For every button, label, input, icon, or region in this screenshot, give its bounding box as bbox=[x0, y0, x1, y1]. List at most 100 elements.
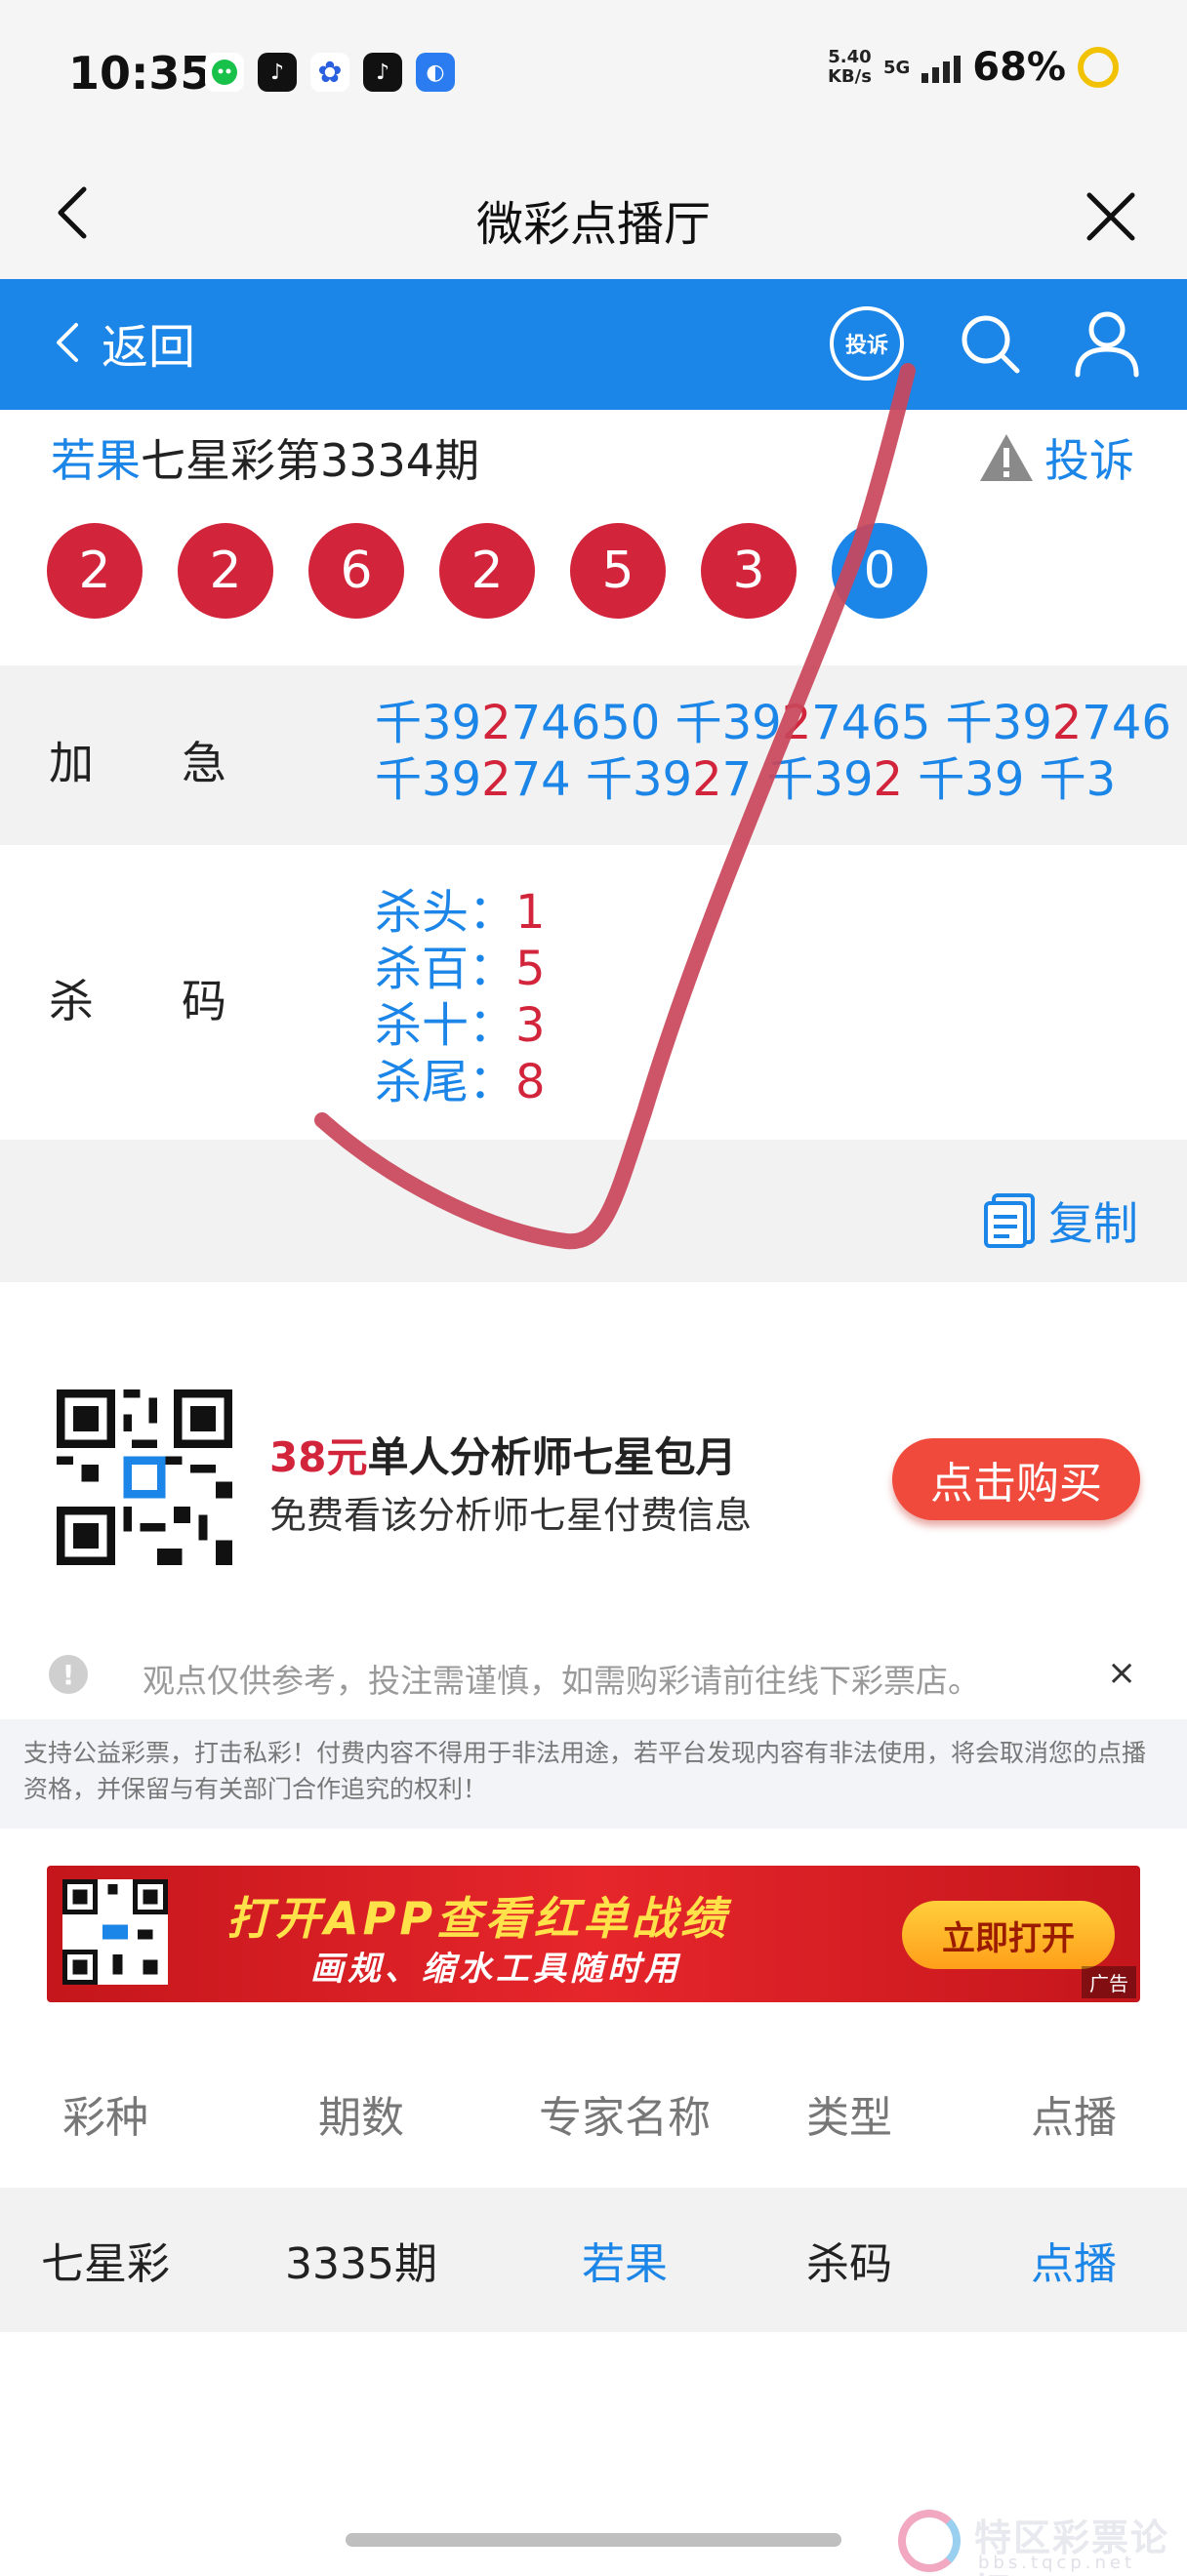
copy-button[interactable]: 复制 bbox=[982, 1188, 1138, 1253]
shama-item: 杀十：3 bbox=[375, 997, 546, 1054]
shama-item: 杀尾：8 bbox=[375, 1054, 546, 1110]
status-indicators: 5.40 KB/s 5G 68% bbox=[828, 45, 1119, 90]
shama-value: 8 bbox=[515, 1055, 546, 1109]
draw-ball: 2 bbox=[439, 523, 535, 619]
table-cell-issue: 3335期 bbox=[285, 2239, 437, 2289]
wechat-mini-icon bbox=[205, 53, 244, 92]
copy-label: 复制 bbox=[1048, 1197, 1138, 1250]
shama-item: 杀头：1 bbox=[375, 884, 546, 941]
jiaji-number-prefix: 千39 bbox=[375, 752, 482, 807]
table-row: 七星彩 3335期 若果 杀码 点播 bbox=[0, 2188, 1187, 2332]
tiktok-icon: ♪ bbox=[258, 53, 297, 92]
complain-label: 投诉 bbox=[1044, 434, 1134, 487]
tiktok-lite-icon: ♪ bbox=[363, 53, 402, 92]
jiaji-number: 千392746 bbox=[930, 696, 1171, 750]
app-banner-ad[interactable]: 打开APP查看红单战绩 画规、缩水工具随时用 立即打开 广告 bbox=[47, 1866, 1140, 2002]
expert-name[interactable]: 若果 bbox=[51, 434, 141, 487]
watermark: 特区彩票论坛 bbs.tqcp.net bbox=[898, 2504, 1181, 2576]
banner-open-button[interactable]: 立即打开 bbox=[902, 1901, 1115, 1969]
table-cell-play-link[interactable]: 点播 bbox=[976, 2188, 1171, 2332]
jiaji-number-prefix: 千39 bbox=[930, 696, 1052, 750]
table-header-cell: 点播 bbox=[1031, 2093, 1117, 2143]
net-speed: 5.40 KB/s bbox=[828, 48, 872, 87]
copy-icon bbox=[984, 1193, 1035, 1248]
shama-content: 杀头：1 杀百：5 杀十：3 杀尾：8 bbox=[375, 884, 546, 1110]
disclaimer: 支持公益彩票，打击私彩！付费内容不得用于非法用途，若平台发现内容有非法使用，将会… bbox=[0, 1719, 1187, 1829]
shama-key: 杀头： bbox=[375, 885, 516, 940]
shama-value: 1 bbox=[515, 885, 546, 940]
browser-icon: ◐ bbox=[416, 53, 455, 92]
qr-code-image bbox=[57, 1389, 232, 1565]
jiaji-number-suffix: 74650 bbox=[511, 696, 661, 750]
jiaji-label: 加急 bbox=[49, 737, 314, 789]
shama-value: 5 bbox=[515, 942, 546, 996]
jiaji-number-suffix: 7465 bbox=[811, 696, 931, 750]
battery-percent: 68% bbox=[972, 45, 1066, 90]
shama-row: 杀码 杀头：1 杀百：5 杀十：3 杀尾：8 bbox=[0, 845, 1187, 1140]
table-header-cell: 彩种 bbox=[62, 2093, 148, 2143]
status-time: 10:35 bbox=[68, 47, 212, 100]
table-header-cell: 专家名称 bbox=[539, 2093, 711, 2143]
table-header-cell: 类型 bbox=[806, 2093, 892, 2143]
baidu-paw-icon: ✿ bbox=[310, 53, 349, 92]
user-icon[interactable] bbox=[1070, 306, 1144, 381]
table-cell-expert-link[interactable]: 若果 bbox=[508, 2188, 742, 2332]
jiaji-number: 千39274650 bbox=[375, 696, 660, 750]
banner-qr-code bbox=[62, 1879, 168, 1985]
status-bar: 10:35 ♪ ✿ ♪ ◐ 5.40 KB/s 5G 68% bbox=[0, 0, 1187, 146]
home-indicator[interactable] bbox=[346, 2533, 841, 2547]
complain-button[interactable]: 投诉 bbox=[978, 425, 1134, 490]
issue-title: 若果七星彩第3334期 bbox=[51, 425, 479, 490]
nav-back-label: 返回 bbox=[102, 320, 196, 375]
banner-headline: 打开APP查看红单战绩 bbox=[226, 1892, 730, 1945]
jiaji-number-prefix: 千39 bbox=[375, 696, 482, 750]
jiaji-number-prefix: 千39 bbox=[570, 752, 693, 807]
promo-title: 38元单人分析师七星包月 bbox=[269, 1425, 736, 1484]
search-icon[interactable] bbox=[953, 306, 1027, 381]
issue-name: 七星彩第3334期 bbox=[141, 434, 480, 487]
jiaji-number-prefix: 千39 bbox=[903, 752, 1025, 807]
promo-subtitle: 免费看该分析师七星付费信息 bbox=[269, 1494, 753, 1537]
jiaji-number-highlight: 2 bbox=[781, 696, 812, 750]
copy-row: 复制 bbox=[0, 1140, 1187, 1282]
buy-button[interactable]: 点击购买 bbox=[892, 1438, 1140, 1520]
draw-ball-special: 0 bbox=[832, 523, 927, 619]
jiaji-number-prefix: 千39 bbox=[660, 696, 782, 750]
status-app-icons: ♪ ✿ ♪ ◐ bbox=[205, 53, 455, 92]
notice-close-button[interactable]: × bbox=[1107, 1653, 1136, 1693]
promo-title-text: 单人分析师七星包月 bbox=[367, 1433, 737, 1481]
net-speed-value: 5.40 bbox=[828, 47, 872, 67]
jiaji-number-suffix: 7 bbox=[721, 752, 753, 807]
jiaji-number: 千39274 bbox=[375, 752, 571, 807]
jiaji-number: 千392 bbox=[752, 752, 903, 807]
battery-ring-icon bbox=[1078, 47, 1119, 88]
jiaji-number-highlight: 2 bbox=[481, 696, 512, 750]
draw-ball: 3 bbox=[701, 523, 797, 619]
shama-item: 杀百：5 bbox=[375, 941, 546, 997]
jiaji-line-2: 千39274 千3927 千392 千39 千3 bbox=[375, 751, 1171, 808]
jiaji-number-highlight: 2 bbox=[1051, 696, 1083, 750]
jiaji-number: 千3 bbox=[1024, 752, 1117, 807]
jiaji-number-highlight: 2 bbox=[481, 752, 512, 807]
jiaji-number-suffix: 74 bbox=[511, 752, 571, 807]
report-button[interactable]: 投诉 bbox=[830, 306, 904, 381]
notice-text: 观点仅供参考，投注需谨慎，如需购彩请前往线下彩票店。 bbox=[143, 1662, 980, 1700]
promo-price: 38元 bbox=[269, 1433, 368, 1481]
table-header: 彩种 期数 专家名称 类型 点播 bbox=[0, 2039, 1187, 2188]
draw-ball: 6 bbox=[308, 523, 404, 619]
nav-back-button[interactable]: 返回 bbox=[51, 308, 195, 377]
watermark-url: bbs.tqcp.net bbox=[978, 2553, 1136, 2573]
table-cell-lottery: 七星彩 bbox=[41, 2239, 170, 2289]
jiaji-number-prefix: 千3 bbox=[1024, 752, 1117, 807]
jiaji-content: 千39274650 千3927465 千392746 千39274 千3927 … bbox=[375, 695, 1171, 808]
draw-ball: 2 bbox=[178, 523, 273, 619]
shama-value: 3 bbox=[515, 998, 546, 1053]
draw-numbers: 2 2 6 2 5 3 0 bbox=[47, 523, 927, 619]
jiaji-number-suffix: 746 bbox=[1082, 696, 1171, 750]
close-icon[interactable] bbox=[1082, 187, 1140, 246]
page-title: 微彩点播厅 bbox=[475, 197, 711, 252]
jiaji-number: 千39 bbox=[903, 752, 1024, 807]
draw-ball: 2 bbox=[47, 523, 143, 619]
jiaji-number: 千3927 bbox=[571, 752, 752, 807]
shama-key: 杀尾： bbox=[375, 1055, 516, 1109]
